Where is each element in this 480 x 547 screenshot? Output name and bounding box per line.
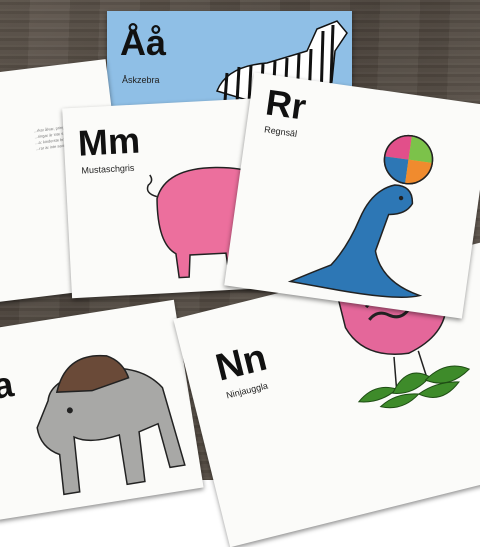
card-aa-letters: Åå [120, 22, 167, 63]
card-rr-word: Regnsäl [263, 124, 298, 139]
card-rr-letters: Rr [263, 81, 309, 128]
card-aa-word: Åskzebra [122, 75, 160, 85]
card-rr: Rr Regnsäl [224, 72, 480, 319]
card-moose: a [0, 299, 204, 521]
card-mm-letters: Mm [76, 119, 141, 164]
card-nn-letters: Nn [211, 336, 271, 390]
seal-illustration [287, 134, 434, 298]
moose-illustration [36, 354, 186, 496]
card-mm-word: Mustaschgris [81, 162, 135, 176]
